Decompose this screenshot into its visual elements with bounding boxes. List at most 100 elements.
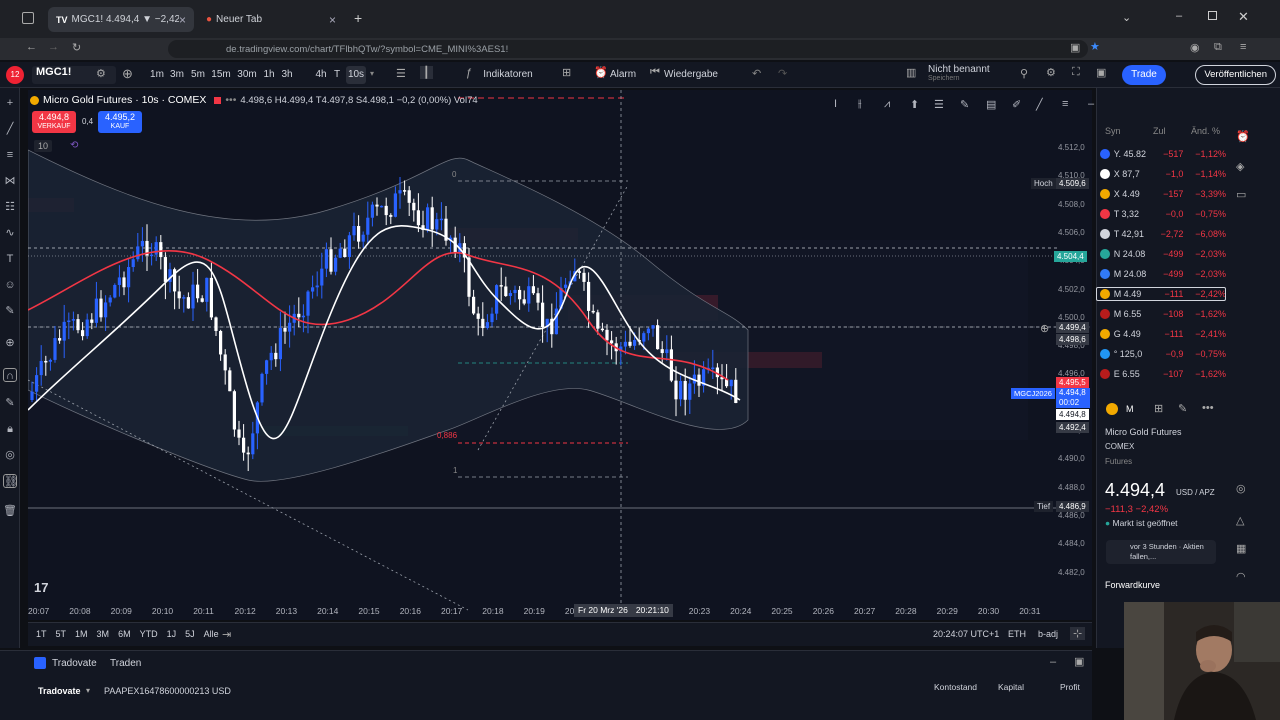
zoom-icon[interactable]: ⊕ [3,336,17,350]
more-icon[interactable]: ••• [1202,402,1214,414]
candles-icon[interactable]: ┃ [420,66,433,79]
layout-icon[interactable]: ▥ [906,66,916,79]
alarm-button[interactable]: Alarm [608,66,638,84]
edit-icon[interactable]: ✎ [1178,402,1187,415]
undo-icon[interactable]: ↶ [752,67,761,80]
date-range-icon[interactable]: ⇥ [222,628,231,641]
symbol-settings-icon[interactable]: ⚙ [96,67,106,80]
quantity-field[interactable]: 10 [34,140,53,152]
interval-3h[interactable]: 3h [280,66,294,84]
close-tab-icon[interactable]: × [179,13,186,27]
brush-icon[interactable]: ∿ [3,226,17,240]
news-card[interactable]: vor 3 Stunden · Aktien fallen,... [1106,540,1216,564]
lines-icon[interactable]: ☰ [934,98,944,111]
chevron-down-icon[interactable]: ⌄ [1122,11,1131,24]
layers-icon[interactable]: ◈ [1236,160,1244,173]
trash-icon[interactable]: 🗑︎ [3,504,17,518]
lock-icon[interactable]: 🔒︎ [3,422,17,436]
watchlist-row[interactable]: T 42,91 −2,72 −6,08% [1100,225,1226,243]
maximize-panel-icon[interactable]: ▣ [1074,655,1084,668]
forecast-icon[interactable]: ☷ [3,200,17,214]
text-tool-icon[interactable]: I [834,98,837,110]
chart-canvas[interactable] [28,90,1092,620]
alarm-icon[interactable]: ⏰ [594,66,608,79]
interval-15m[interactable]: 15m [210,66,232,84]
minimize-icon[interactable]: – [1176,10,1182,22]
fib-icon[interactable]: ≡ [3,148,17,162]
account-id[interactable]: PAAPEX16478600000213 USD [104,686,231,696]
range-button[interactable]: 5T [56,629,67,639]
fullscreen-icon[interactable]: ⛶ [1072,66,1080,79]
replay-button[interactable]: Wiedergabe [664,66,718,84]
indicators-button[interactable]: Indikatoren [480,66,536,84]
interval-4h[interactable]: 4h [314,66,328,84]
watchlist-row[interactable]: ° 125,0 −0,9 −0,75% [1100,345,1226,363]
avatar[interactable]: 12 [6,66,24,84]
watchlist-row[interactable]: G 4.49 −111 −2,41% [1100,325,1226,343]
url-field[interactable]: de.tradingview.com/chart/TFlbhQTw/?symbo… [168,40,1088,58]
profile-icon[interactable]: ◉ [1190,41,1200,54]
forward-curve-label[interactable]: Forwardkurve [1105,580,1160,590]
alerts-icon[interactable]: ⏰ [1236,130,1250,143]
extensions-icon[interactable]: ⧉ [1214,41,1222,54]
ideas-icon[interactable]: △ [1236,514,1244,527]
range-button[interactable]: 3M [97,629,110,639]
watchlist-row[interactable]: X 4.49 −157 −3,39% [1100,185,1226,203]
watchlist-row[interactable]: E 6.55 −107 −1,62% [1100,365,1226,383]
close-tab-icon[interactable]: × [329,13,336,27]
bookmark-manager-icon[interactable]: ▣ [1070,41,1080,54]
details-name[interactable]: Micro Gold Futures [1105,427,1182,437]
watchlist-row[interactable]: N 24.08 −499 −2,03% [1100,245,1226,263]
range-button[interactable]: Alle [204,629,219,639]
reload-icon[interactable]: ↻ [72,41,81,54]
indicator-toggle-icon[interactable]: ⟲ [70,140,78,151]
brush-tool-icon[interactable]: ✐ [1012,98,1021,111]
price-chart-svg[interactable] [28,90,1092,620]
text-icon[interactable]: T [3,252,17,266]
watchlist-row[interactable]: X 87,7 −1,0 −1,14% [1100,165,1226,183]
indicators-icon[interactable]: ƒ [466,67,472,79]
interval-3m[interactable]: 3m [168,66,186,84]
browser-tab-active[interactable]: TV MGC1! 4.494,4 ▼ −2,42% Nicht × [48,7,194,32]
interval-tick[interactable]: T [331,66,343,84]
interval-1h[interactable]: 1h [262,66,276,84]
menu-icon[interactable]: ≡ [1240,41,1246,53]
path-tool-icon[interactable]: ⫲ [858,98,862,111]
publish-button[interactable]: Veröffentlichen [1195,65,1276,85]
interval-30m[interactable]: 30m [236,66,258,84]
lock-drawing-icon[interactable]: ✎ [3,396,17,410]
trade-button[interactable]: Trade [1122,65,1166,85]
watchlist-row[interactable]: T 3,32 −0,0 −0,75% [1100,205,1226,223]
range-button[interactable]: YTD [140,629,158,639]
range-button[interactable]: 1J [167,629,177,639]
layout-name[interactable]: Nicht benannt Speichern [928,65,992,83]
back-icon[interactable]: ← [26,41,37,53]
minimize-panel-icon[interactable]: – [1050,656,1056,668]
crosshair-icon[interactable]: + [3,96,17,110]
tab-menu-icon[interactable] [22,12,34,24]
interval-5m[interactable]: 5m [189,66,207,84]
broker-tab[interactable]: Tradovate [52,658,97,669]
quick-search-icon[interactable]: ⚲ [1020,67,1028,80]
forward-icon[interactable]: → [48,41,59,53]
new-tab-icon[interactable]: + [354,10,362,26]
clock-label[interactable]: 20:24:07 UTC+1 [933,629,999,639]
maximize-icon[interactable] [1208,11,1217,20]
adjust-label[interactable]: b-adj [1038,629,1058,639]
watchlist-row[interactable]: M 4.49 −111 −2,42% [1100,285,1226,303]
watchlist-row[interactable]: Y. 45.82 −517 −1,12% [1100,145,1226,163]
interval-10s[interactable]: 10s [346,66,366,84]
pattern-icon[interactable]: ⋈ [3,174,17,188]
grid-icon[interactable]: ⊞ [1154,402,1163,415]
calendar-icon[interactable]: ▦ [1236,542,1246,555]
account-broker[interactable]: Tradovate [38,686,81,696]
sell-button[interactable]: 4.494,8 VERKAUF [32,111,76,133]
chevron-down-icon[interactable]: ▾ [86,686,90,695]
trade-tab[interactable]: Traden [110,658,141,669]
link-icon[interactable]: ⛓ [3,474,18,488]
range-button[interactable]: 1M [75,629,88,639]
visibility-icon[interactable]: ◎ [3,448,17,462]
watchlist-row[interactable]: M 24.08 −499 −2,03% [1100,265,1226,283]
more-icon[interactable]: ••• [225,94,236,106]
ruler-icon[interactable]: ✎ [3,304,17,318]
